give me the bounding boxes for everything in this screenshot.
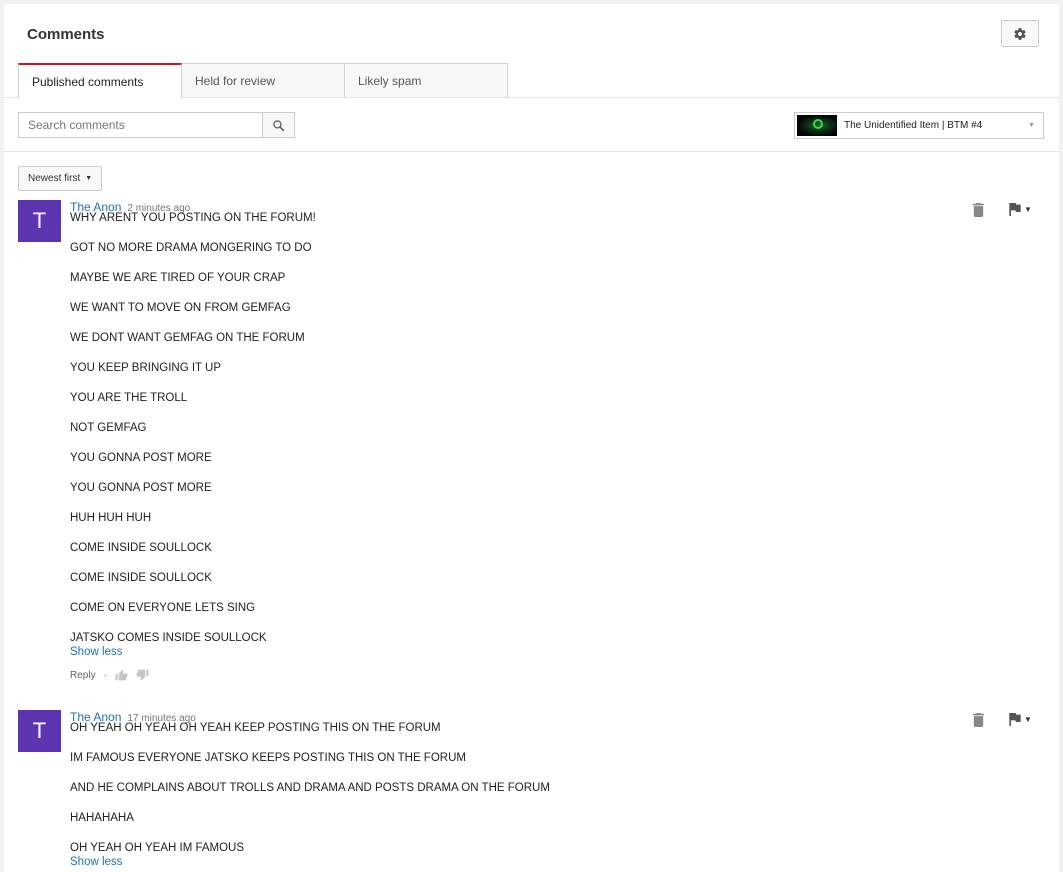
tab-held-for-review[interactable]: Held for review [181, 63, 345, 98]
comment-line: COME INSIDE SOULLOCK [70, 572, 212, 584]
caret-down-icon: ▼ [1024, 715, 1032, 724]
comment-line: OH YEAH OH YEAH IM FAMOUS [70, 842, 245, 854]
trash-icon [973, 203, 984, 217]
comment-line: YOU ARE THE TROLL [70, 392, 188, 404]
gear-icon [1014, 27, 1026, 40]
comment-line: WHY ARENT YOU POSTING ON THE FORUM! [70, 212, 316, 224]
reply-button[interactable]: Reply [70, 670, 96, 681]
flag-icon [1009, 713, 1021, 726]
chevron-down-icon: ▼ [1028, 122, 1035, 129]
trash-icon [973, 713, 984, 727]
flag-button[interactable]: ▼ [1009, 203, 1032, 216]
comment-line: IM FAMOUS EVERYONE JATSKO KEEPS POSTING … [70, 752, 466, 764]
comment-line: MAYBE WE ARE TIRED OF YOUR CRAP [70, 272, 286, 284]
avatar[interactable]: T [18, 200, 61, 242]
settings-button[interactable] [1001, 20, 1039, 47]
comment-line: YOU GONNA POST MORE [70, 452, 212, 464]
comment-line: NOT GEMFAG [70, 422, 147, 434]
search-icon [273, 119, 285, 131]
page-title: Comments [27, 26, 105, 43]
comment-line: YOU GONNA POST MORE [70, 482, 212, 494]
delete-button[interactable] [973, 713, 984, 732]
comment-line: GOT NO MORE DRAMA MONGERING TO DO [70, 242, 312, 254]
comment-body: OH YEAH OH YEAH OH YEAH KEEP POSTING THI… [70, 722, 550, 872]
caret-down-icon: ▼ [85, 175, 93, 182]
video-selector[interactable]: The Unidentified Item | BTM #4 ▼ [794, 112, 1044, 139]
comment-line: YOU KEEP BRINGING IT UP [70, 362, 222, 374]
flag-button[interactable]: ▼ [1009, 713, 1032, 726]
show-less-link[interactable]: Show less [70, 856, 122, 868]
comment-tabs: Published comments Held for review Likel… [18, 63, 508, 98]
avatar[interactable]: T [18, 710, 61, 752]
thumbs-down-icon[interactable] [136, 669, 149, 681]
sort-label: Newest first [28, 173, 81, 184]
comment-line: HAHAHAHA [70, 812, 134, 824]
comment-line: COME ON EVERYONE LETS SING [70, 602, 256, 614]
flag-icon [1009, 203, 1021, 216]
divider [4, 151, 1059, 152]
comment-line: COME INSIDE SOULLOCK [70, 542, 212, 554]
delete-button[interactable] [973, 203, 984, 222]
search-input[interactable]: Search comments [18, 112, 263, 138]
comment-line: OH YEAH OH YEAH OH YEAH KEEP POSTING THI… [70, 722, 441, 734]
caret-down-icon: ▼ [1024, 205, 1032, 214]
thumbs-up-icon[interactable] [115, 669, 128, 681]
comment-line: AND HE COMPLAINS ABOUT TROLLS AND DRAMA … [70, 782, 550, 794]
comment-line: WE DONT WANT GEMFAG ON THE FORUM [70, 332, 305, 344]
separator-dot: · [103, 669, 107, 681]
comment-actions: Reply · [70, 669, 149, 681]
search-placeholder: Search comments [28, 118, 125, 132]
comments-panel: Comments Published comments Held for rev… [4, 4, 1059, 872]
tab-likely-spam[interactable]: Likely spam [344, 63, 508, 98]
video-title: The Unidentified Item | BTM #4 [844, 120, 983, 131]
video-thumbnail [797, 115, 837, 136]
comment-body: WHY ARENT YOU POSTING ON THE FORUM! GOT … [70, 212, 316, 662]
tab-published-comments[interactable]: Published comments [18, 63, 182, 98]
comment-line: HUH HUH HUH [70, 512, 152, 524]
comment-line: WE WANT TO MOVE ON FROM GEMFAG [70, 302, 291, 314]
show-less-link[interactable]: Show less [70, 646, 122, 658]
sort-dropdown[interactable]: Newest first ▼ [18, 166, 103, 191]
search-button[interactable] [262, 112, 295, 138]
